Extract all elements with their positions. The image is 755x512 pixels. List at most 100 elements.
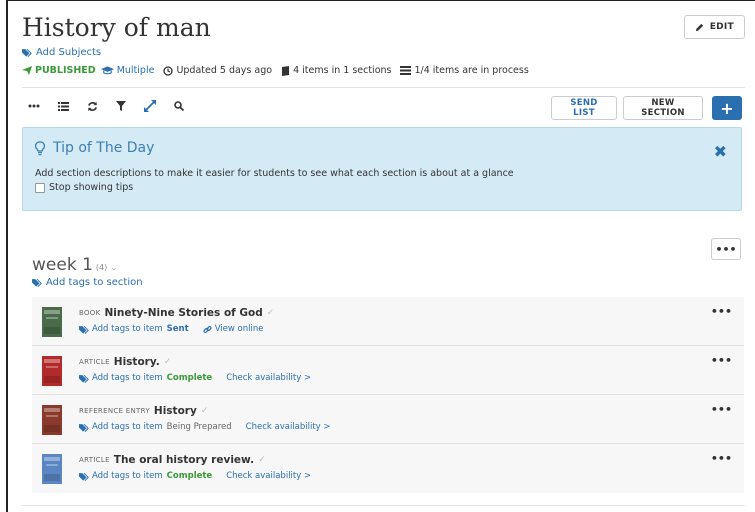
item-link-label: Check availability > [245, 422, 331, 432]
tag-icon [79, 325, 89, 334]
filter-icon[interactable] [115, 99, 127, 113]
item-cover[interactable] [42, 405, 62, 435]
list-view-icon[interactable] [57, 99, 69, 113]
item-status: Complete [166, 373, 213, 383]
published-label: PUBLISHED [35, 65, 96, 76]
list-meta: PUBLISHED Multiple Updated 5 days ago 4 … [22, 65, 533, 76]
check-icon[interactable]: ✓ [164, 357, 172, 367]
list-item[interactable]: ARTICLE The oral history review. ✓ Add t… [32, 444, 744, 493]
item-title[interactable]: History. [114, 356, 160, 368]
item-status: Sent [166, 324, 189, 334]
search-icon[interactable] [173, 99, 185, 113]
footer-divider [22, 505, 745, 506]
tag-icon [79, 374, 89, 383]
view-online-link[interactable]: View online [203, 324, 264, 334]
tasks-icon [400, 66, 412, 75]
items-count: 4 items in 1 sections [281, 65, 391, 76]
item-type: ARTICLE [79, 358, 110, 366]
list-toolbar [28, 99, 185, 113]
updated-label: Updated 5 days ago [176, 65, 273, 76]
stop-tips-checkbox[interactable]: Stop showing tips [35, 182, 133, 193]
check-icon[interactable]: ✓ [267, 308, 275, 318]
add-item-tags-label: Add tags to item [92, 373, 163, 383]
add-item-tags-label: Add tags to item [92, 422, 163, 432]
item-more-icon[interactable]: ••• [711, 403, 732, 416]
published-status[interactable]: PUBLISHED [22, 65, 96, 76]
item-title[interactable]: Ninety-Nine Stories of God [105, 307, 263, 319]
add-item-tags-link[interactable]: Add tags to item [79, 422, 163, 432]
add-button[interactable]: + [712, 96, 742, 120]
section-count: (4) [95, 263, 108, 272]
item-header: ARTICLE The oral history review. ✓ [79, 454, 266, 466]
chevron-down-icon[interactable]: ⌄ [110, 263, 118, 273]
tip-description: Add section descriptions to make it easi… [35, 168, 514, 179]
in-process-label: 1/4 items are in process [414, 65, 529, 76]
section-more-button[interactable]: ••• [711, 238, 741, 260]
list-item[interactable]: REFERENCE ENTRY History ✓ Add tags to it… [32, 395, 744, 444]
item-footer: Add tags to item Sent View online [79, 324, 264, 334]
item-title[interactable]: The oral history review. [114, 454, 254, 466]
tag-icon [79, 423, 89, 432]
item-link-label: Check availability > [226, 471, 312, 481]
page-frame: History of man EDIT Add Subjects PUBLISH… [6, 0, 755, 512]
updated: Updated 5 days ago [163, 65, 272, 76]
refresh-icon[interactable] [86, 99, 98, 113]
list-item[interactable]: ARTICLE History. ✓ Add tags to item Comp… [32, 346, 744, 395]
tip-of-the-day: Tip of The Day ✖ Add section description… [22, 127, 742, 211]
add-section-tags-link[interactable]: Add tags to section [32, 277, 143, 288]
stop-tips-label: Stop showing tips [49, 182, 134, 193]
edit-label: EDIT [709, 22, 734, 32]
item-more-icon[interactable]: ••• [711, 452, 732, 465]
tag-icon [22, 48, 32, 57]
tag-icon [32, 278, 42, 287]
item-link-label: View online [214, 324, 264, 334]
item-type: REFERENCE ENTRY [79, 407, 150, 415]
section-title[interactable]: week 1 (4) ⌄ [32, 255, 118, 275]
item-cover[interactable] [42, 356, 62, 386]
items-count-label: 4 items in 1 sections [293, 65, 392, 76]
send-list-button[interactable]: SEND LIST [551, 96, 617, 120]
add-item-tags-label: Add tags to item [92, 324, 163, 334]
item-more-icon[interactable]: ••• [711, 354, 732, 367]
tag-icon [79, 472, 89, 481]
tip-heading: Tip of The Day [35, 140, 154, 156]
check-icon[interactable]: ✓ [258, 455, 266, 465]
add-subjects-link[interactable]: Add Subjects [22, 47, 101, 58]
item-type: ARTICLE [79, 456, 110, 464]
clock-icon [163, 65, 174, 76]
item-footer: Add tags to item Being Prepared Check av… [79, 422, 331, 432]
link-icon [203, 325, 212, 333]
close-icon[interactable]: ✖ [714, 142, 727, 161]
check-icon[interactable]: ✓ [201, 406, 209, 416]
add-item-tags-link[interactable]: Add tags to item [79, 324, 163, 334]
item-cover[interactable] [42, 454, 62, 484]
check-availability-link[interactable]: Check availability > [226, 471, 311, 481]
item-footer: Add tags to item Complete Check availabi… [79, 373, 311, 383]
item-status: Being Prepared [166, 422, 232, 432]
item-title[interactable]: History [154, 405, 197, 417]
add-item-tags-link[interactable]: Add tags to item [79, 373, 163, 383]
list-item[interactable]: BOOK Ninety-Nine Stories of God ✓ Add ta… [32, 297, 744, 346]
more-icon[interactable] [28, 99, 40, 113]
item-more-icon[interactable]: ••• [711, 305, 732, 318]
audience-label: Multiple [116, 65, 155, 76]
item-type: BOOK [79, 309, 101, 317]
item-header: ARTICLE History. ✓ [79, 356, 171, 368]
add-item-tags-link[interactable]: Add tags to item [79, 471, 163, 481]
item-cover[interactable] [42, 307, 62, 337]
check-availability-link[interactable]: Check availability > [246, 422, 331, 432]
add-item-tags-label: Add tags to item [92, 471, 163, 481]
graduation-cap-icon [100, 66, 114, 75]
item-header: BOOK Ninety-Nine Stories of God ✓ [79, 307, 274, 319]
expand-icon[interactable] [144, 99, 156, 113]
tip-title: Tip of The Day [53, 140, 155, 156]
check-availability-link[interactable]: Check availability > [226, 373, 311, 383]
edit-button[interactable]: EDIT [683, 15, 745, 39]
item-list: BOOK Ninety-Nine Stories of God ✓ Add ta… [32, 297, 744, 493]
audience[interactable]: Multiple [100, 65, 155, 76]
paper-plane-icon [22, 66, 32, 75]
book-icon [282, 65, 290, 76]
section-title-text: week 1 [32, 255, 93, 275]
new-section-button[interactable]: NEW SECTION [623, 96, 703, 120]
checkbox-box[interactable] [35, 182, 45, 193]
